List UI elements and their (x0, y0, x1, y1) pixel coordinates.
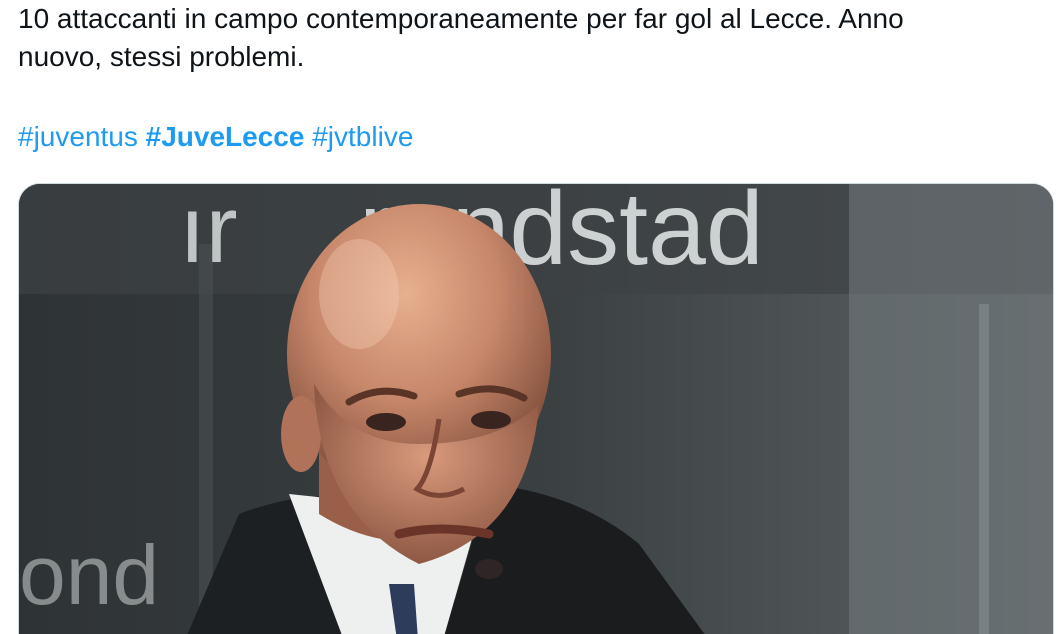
media-image: ır randstad ond (19, 184, 1053, 634)
tweet-text: 10 attaccanti in campo contemporaneament… (18, 0, 1038, 76)
hashtag-jvtblive[interactable]: #jvtblive (312, 121, 413, 152)
sign-partial-text: ır (179, 184, 238, 283)
tweet-text-line-2: nuovo, stessi problemi. (18, 41, 305, 72)
hashtag-juventus[interactable]: #juventus (18, 121, 138, 152)
hashtag-row: #juventus #JuveLecce #jvtblive (18, 118, 413, 156)
sign-lower-text: ond (19, 528, 159, 622)
tweet: 10 attaccanti in campo contemporaneament… (0, 0, 1058, 634)
hashtag-juvelecce[interactable]: #JuveLecce (146, 121, 305, 152)
tweet-text-line-1: 10 attaccanti in campo contemporaneament… (18, 3, 904, 34)
tweet-media[interactable]: ır randstad ond (18, 183, 1054, 634)
